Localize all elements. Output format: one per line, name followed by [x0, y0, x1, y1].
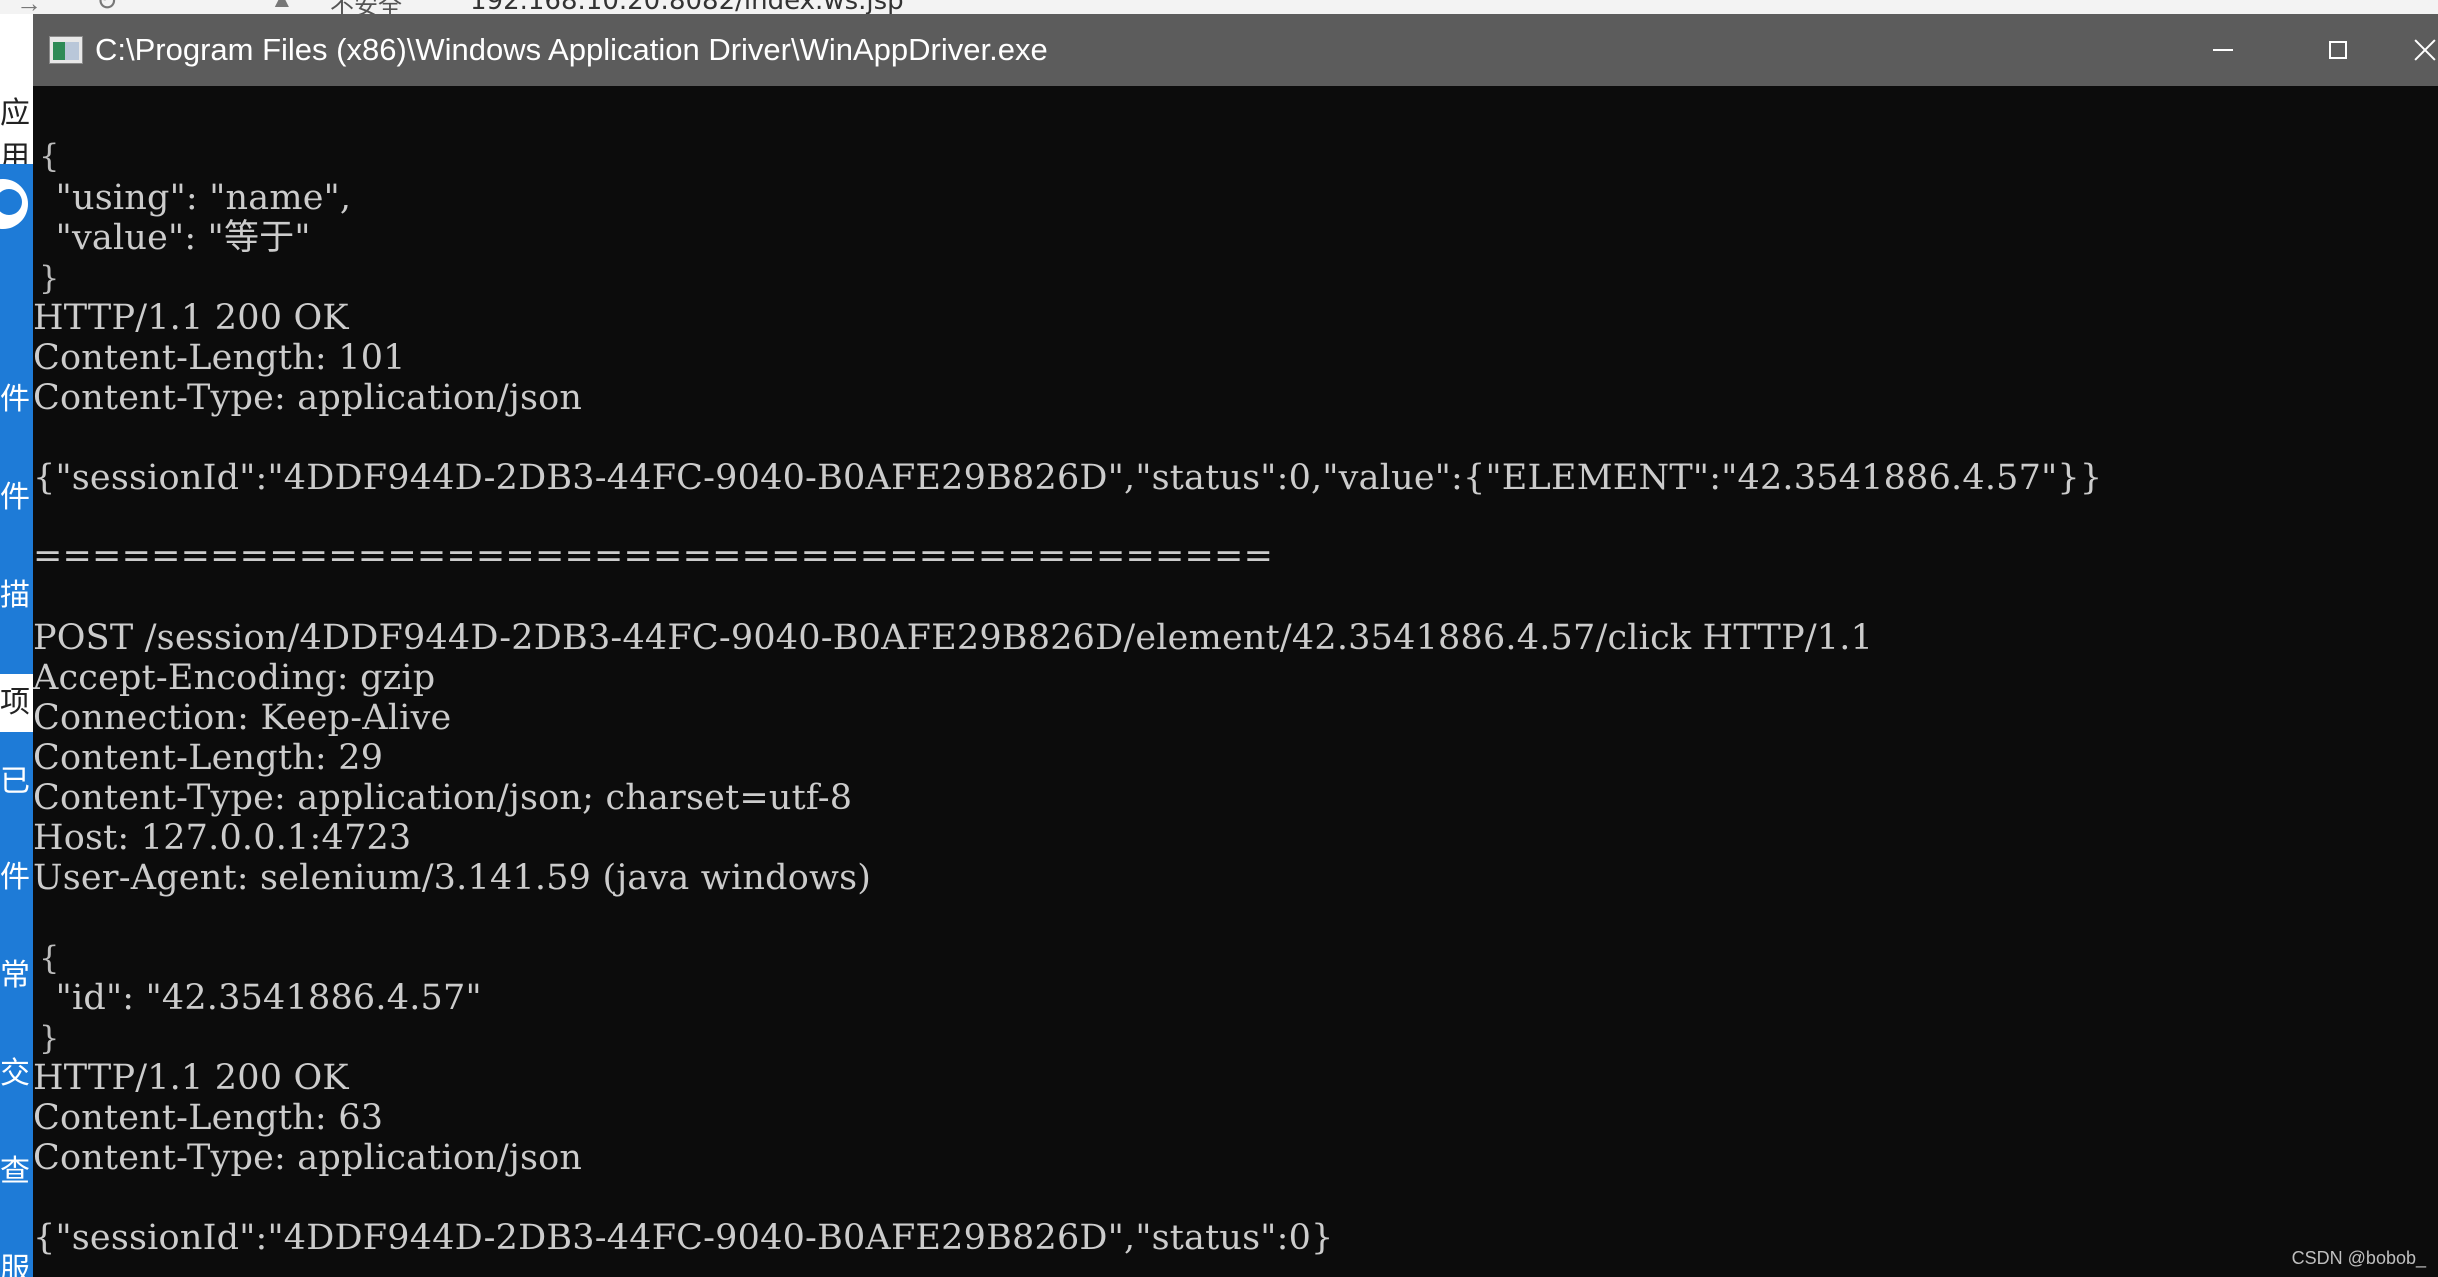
console-line: "using": "name", — [33, 178, 352, 218]
console-line: Connection: Keep-Alive — [33, 698, 452, 738]
back-arrow-icon[interactable]: → — [16, 0, 42, 14]
console-line: {"sessionId":"4DDF944D-2DB3-44FC-9040-B0… — [33, 458, 2103, 498]
console-line: Content-Type: application/json — [33, 1138, 583, 1178]
console-line: Content-Length: 101 — [33, 338, 406, 378]
sidebar-item[interactable]: 件 — [0, 382, 33, 418]
console-line: Host: 127.0.0.1:4723 — [33, 818, 412, 858]
minimize-icon — [2212, 49, 2233, 51]
sidebar-item[interactable]: 项 — [0, 674, 33, 732]
close-icon — [2414, 39, 2436, 61]
console-window: C:\Program Files (x86)\Windows Applicati… — [33, 14, 2438, 1277]
close-button[interactable] — [2395, 14, 2438, 86]
console-output[interactable]: { "using": "name", "value": "等于" } HTTP/… — [33, 86, 2438, 1277]
background-sidebar: 应用 件 件 描 项 已 件 常 交 查 服 — [0, 14, 33, 1277]
console-line: HTTP/1.1 200 OK — [33, 298, 349, 338]
console-app-icon[interactable] — [49, 36, 83, 64]
sidebar-item[interactable]: 件 — [0, 480, 33, 516]
refresh-icon[interactable]: ↻ — [96, 0, 118, 14]
console-line: POST /session/4DDF944D-2DB3-44FC-9040-B0… — [33, 618, 1874, 658]
console-line: HTTP/1.1 200 OK — [33, 1058, 349, 1098]
console-line: } — [39, 259, 60, 297]
console-line: User-Agent: selenium/3.141.59 (java wind… — [33, 858, 872, 898]
sidebar-top-label: 应用 — [0, 96, 30, 175]
sidebar-item[interactable]: 描 — [0, 578, 33, 614]
console-line: Content-Length: 29 — [33, 738, 384, 778]
window-title: C:\Program Files (x86)\Windows Applicati… — [95, 32, 1048, 67]
sidebar-item[interactable]: 常 — [0, 958, 33, 994]
console-line: Content-Type: application/json — [33, 378, 583, 418]
console-line: } — [39, 1019, 60, 1057]
console-line: "value": "等于" — [33, 218, 311, 258]
maximize-button[interactable] — [2280, 14, 2395, 86]
console-line: {"sessionId":"4DDF944D-2DB3-44FC-9040-B0… — [33, 1218, 1334, 1258]
security-label: 不安全 — [330, 0, 402, 14]
console-line: "id": "42.3541886.4.57" — [33, 978, 482, 1018]
console-line: Accept-Encoding: gzip — [33, 658, 436, 698]
warning-icon: ▲ — [270, 0, 294, 14]
sidebar-item[interactable]: 服 — [0, 1252, 33, 1277]
sidebar-item[interactable]: 交 — [0, 1056, 33, 1092]
watermark: CSDN @bobob_ — [2291, 1248, 2426, 1268]
sidebar-item[interactable]: 件 — [0, 860, 33, 896]
minimize-button[interactable] — [2165, 14, 2280, 86]
window-titlebar[interactable]: C:\Program Files (x86)\Windows Applicati… — [33, 14, 2438, 86]
console-line: ========================================… — [33, 536, 1274, 576]
console-line: { — [39, 137, 60, 175]
background-browser-toolbar: → ↻ ▲ 不安全 192.168.10.20:8082/index.ws.js… — [0, 0, 2438, 14]
console-line: { — [39, 939, 60, 977]
address-bar[interactable]: 192.168.10.20:8082/index.ws.jsp — [470, 0, 904, 14]
console-line: Content-Length: 63 — [33, 1098, 384, 1138]
sidebar-item[interactable]: 查 — [0, 1154, 33, 1190]
maximize-icon — [2328, 41, 2347, 59]
sidebar-item[interactable]: 已 — [0, 764, 33, 800]
console-line: Content-Type: application/json; charset=… — [33, 778, 853, 818]
